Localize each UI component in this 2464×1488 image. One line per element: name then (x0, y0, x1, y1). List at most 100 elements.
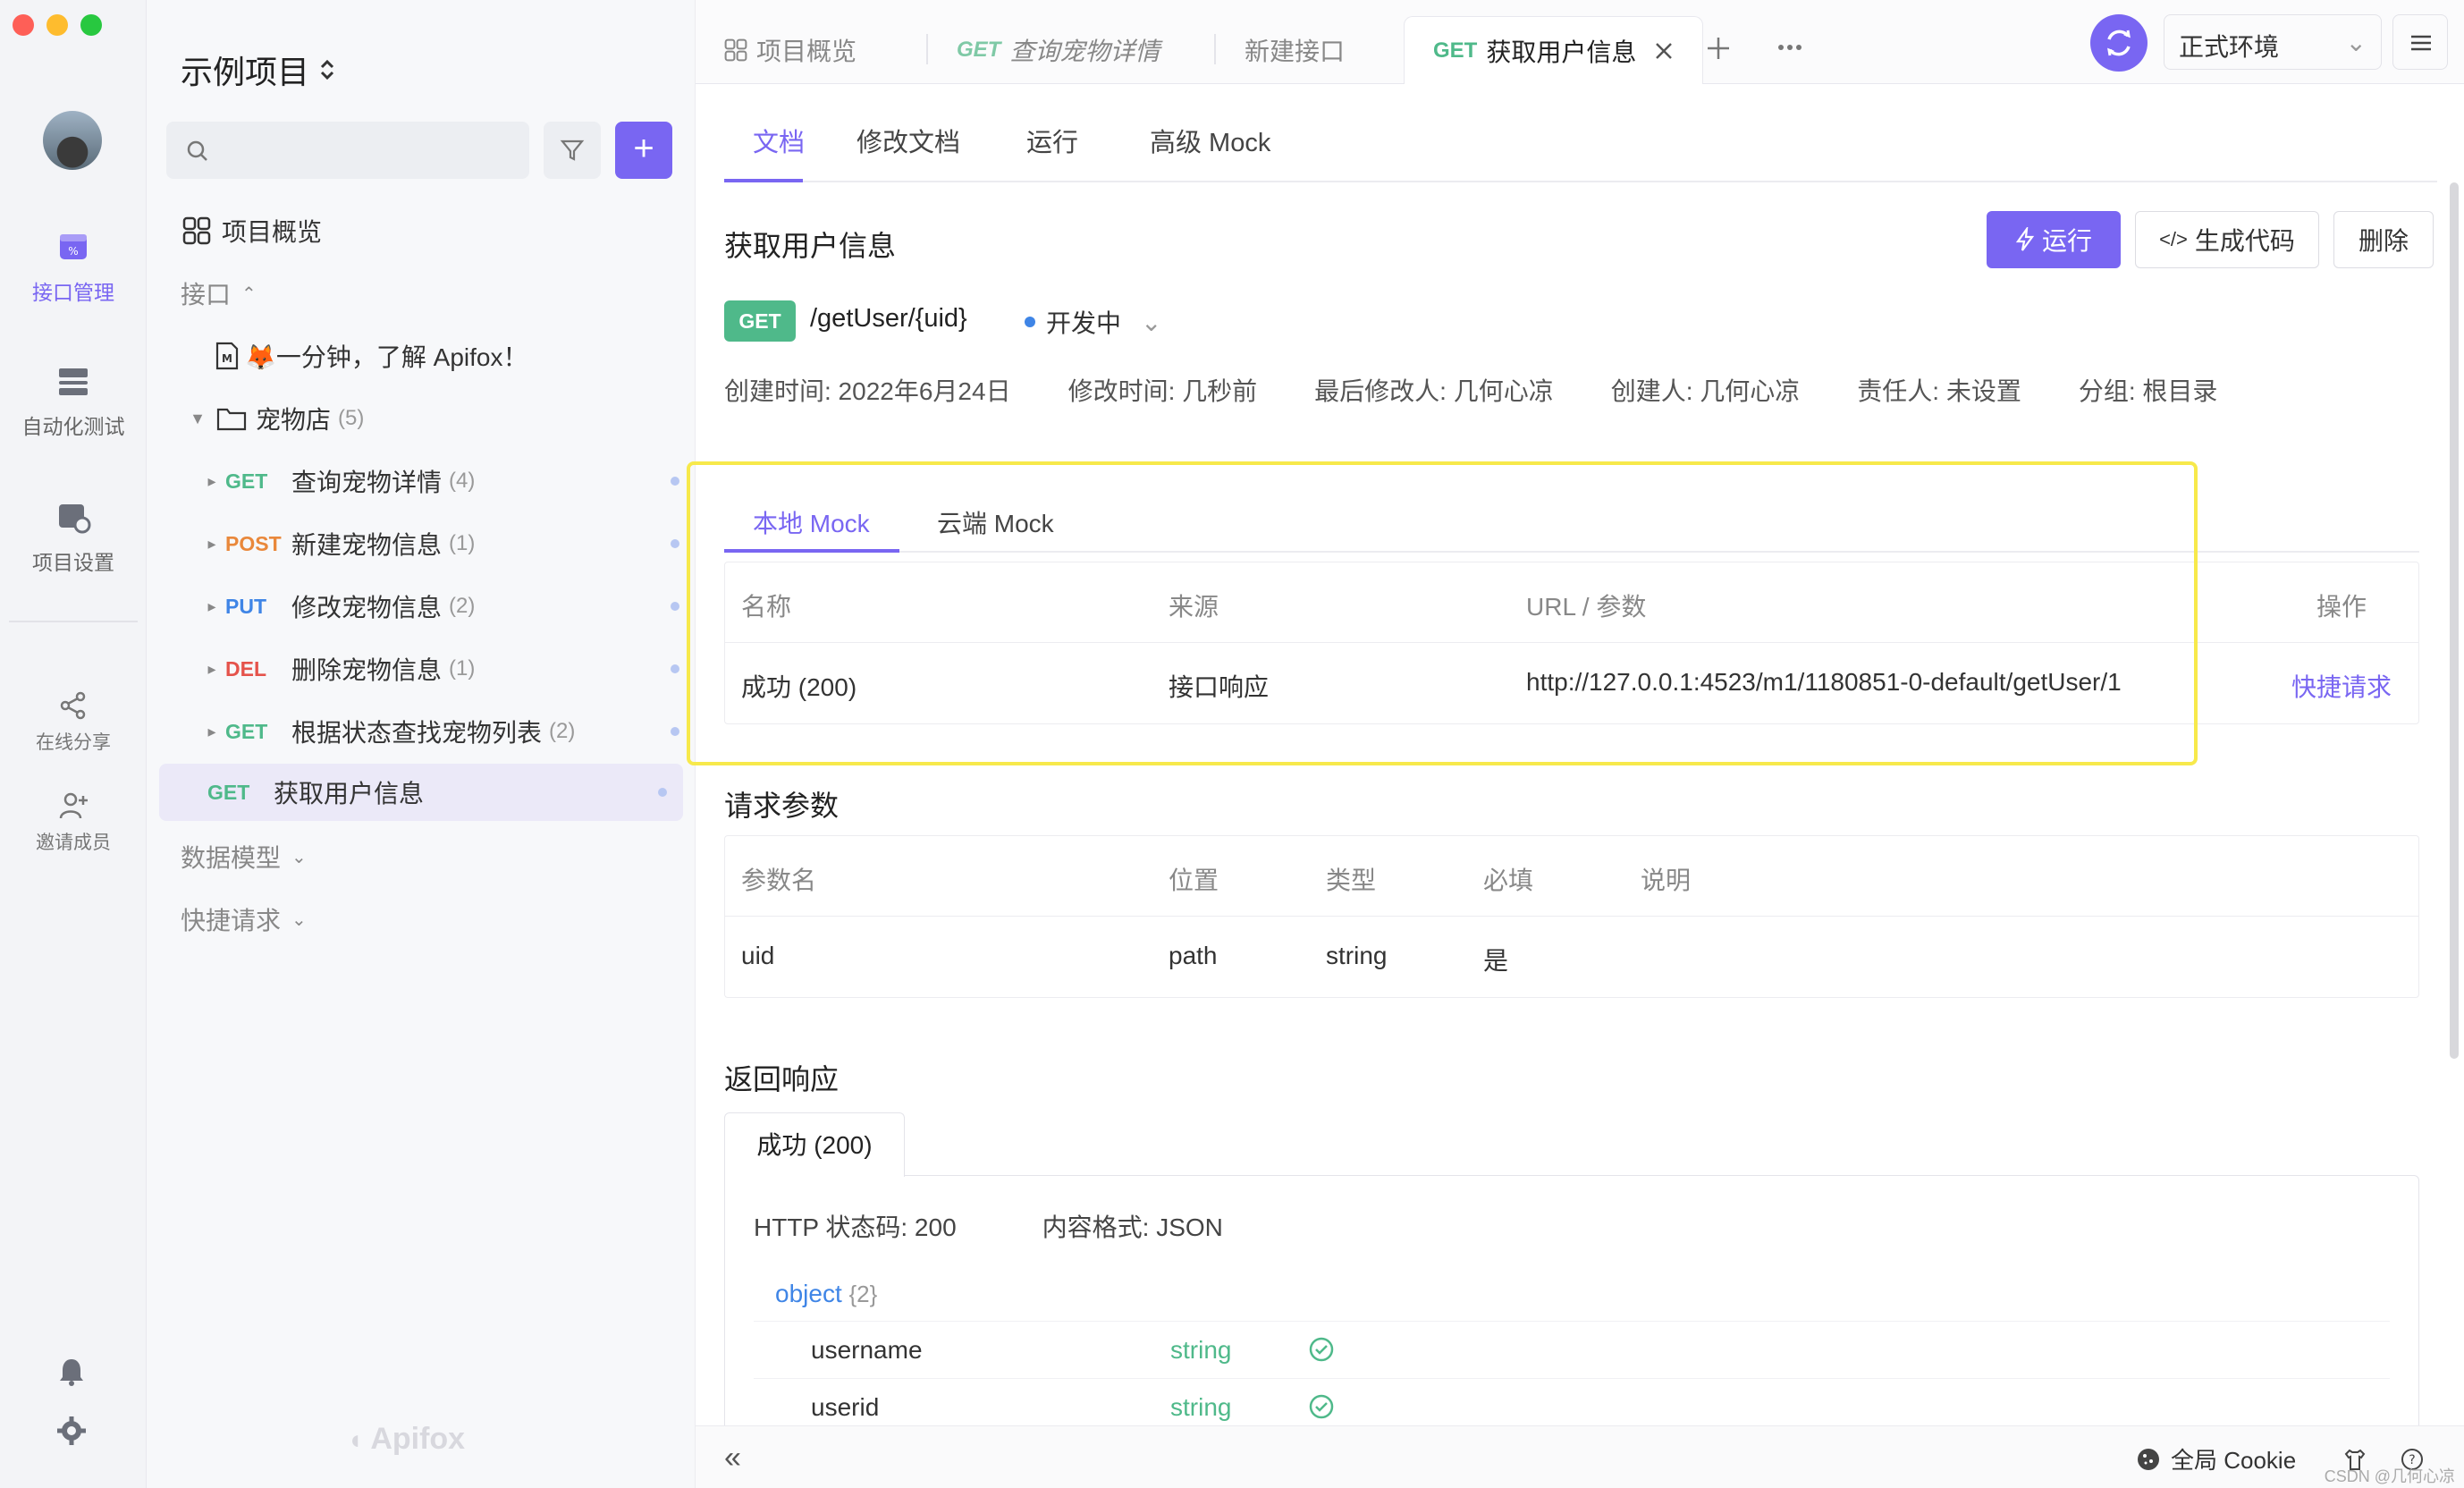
close-icon[interactable] (1654, 41, 1674, 61)
tab-get-user-info[interactable]: GET 获取用户信息 (1404, 16, 1704, 84)
schema-field-row: username string (754, 1321, 2390, 1378)
collapse-sidebar-icon[interactable]: « (724, 1441, 741, 1475)
tab-pet-detail[interactable]: GET 查询宠物详情 (928, 16, 1188, 84)
schema-root-type: object (775, 1280, 842, 1307)
add-button[interactable]: + (615, 122, 672, 179)
subtab-edit-doc[interactable]: 修改文档 (856, 122, 960, 159)
response-panel: HTTP 状态码: 200 内容格式: JSON object {2} user… (724, 1175, 2419, 1443)
sidebar-section-api[interactable]: 接口 ⌃ (147, 265, 696, 322)
sidebar-endpoint-2[interactable]: ▸ PUT 修改宠物信息 (2) (147, 578, 696, 635)
tab-overview[interactable]: 项目概览 (696, 16, 885, 84)
caret-right-icon[interactable]: ▸ (198, 472, 225, 491)
response-title: 返回响应 (724, 1063, 840, 1095)
sidebar-folder-petstore[interactable]: ▼ 宠物店 (5) (147, 390, 696, 447)
chevron-down-icon: ⌄ (2345, 29, 2367, 56)
sidebar-endpoint-3[interactable]: ▸ DEL 删除宠物信息 (1) (147, 640, 696, 698)
endpoint-name: 修改宠物信息 (291, 594, 443, 621)
rail-item-invite[interactable]: 邀请成员 (0, 790, 147, 855)
sidebar-section-quick-requests[interactable]: 快捷请求 ⌄ (147, 891, 696, 948)
request-params-title: 请求参数 (724, 790, 840, 822)
field-name: userid (811, 1393, 880, 1421)
sidebar-item-intro-doc[interactable]: M 🦊一分钟，了解 Apifox！ (147, 327, 696, 385)
column-header: 说明 (1641, 867, 1692, 894)
schema-root[interactable]: object {2} (775, 1280, 877, 1308)
gear-icon[interactable] (55, 1415, 88, 1447)
rail-label-project-settings: 项目设置 (32, 551, 114, 574)
api-tree-sidebar: 示例项目 + 项目概览 接口 ⌃ M 🦊一分钟，了解 Apifox！ ▼ 宠物店… (147, 0, 696, 1488)
field-type: string (1170, 1336, 1232, 1364)
subtab-doc[interactable]: 文档 (753, 122, 805, 159)
method-badge: PUT (225, 594, 266, 618)
request-params-table: 参数名 位置 类型 必填 说明 uid path string 是 (724, 835, 2419, 998)
folder-count: (5) (338, 406, 365, 430)
caret-right-icon[interactable]: ▸ (198, 535, 225, 554)
main-panel: 项目概览 GET 查询宠物详情 新建接口 GET 获取用户信息 正式环境 ⌄ 文… (687, 0, 2464, 1488)
method-badge: GET (207, 780, 250, 804)
delete-button[interactable]: 删除 (2333, 211, 2434, 268)
sidebar-item-label: 项目概览 (222, 218, 323, 246)
method-badge: POST (225, 531, 282, 555)
rail-item-project-settings[interactable]: 项目设置 (0, 499, 147, 576)
folder-icon (216, 408, 247, 431)
method-badge: GET (724, 300, 796, 342)
rail-item-api-management[interactable]: % 接口管理 (0, 229, 147, 306)
caret-right-icon[interactable]: ▸ (198, 660, 225, 679)
environment-select[interactable]: 正式环境 ⌄ (2164, 14, 2382, 70)
bell-icon[interactable] (55, 1356, 88, 1388)
delete-label: 删除 (2358, 227, 2409, 255)
new-tab-icon[interactable] (1706, 36, 1731, 61)
endpoint-count: (2) (549, 719, 576, 743)
caret-down-icon[interactable]: ▼ (184, 410, 211, 428)
tab-new-api[interactable]: 新建接口 (1216, 16, 1373, 84)
filter-button[interactable] (544, 122, 601, 179)
avatar[interactable] (43, 111, 102, 170)
run-button[interactable]: 运行 (1987, 211, 2121, 268)
owner: 责任人: 未设置 (1857, 377, 2021, 405)
sidebar-endpoint-selected[interactable]: GET 获取用户信息 (159, 764, 683, 821)
sidebar-endpoint-1[interactable]: ▸ POST 新建宠物信息 (1) (147, 515, 696, 572)
sidebar-endpoint-0[interactable]: ▸ GET 查询宠物详情 (4) (147, 452, 696, 510)
minimize-window-button[interactable] (46, 14, 68, 36)
invite-member-icon (59, 792, 88, 819)
endpoint-count: (1) (449, 656, 476, 681)
search-input[interactable] (166, 122, 529, 179)
generate-code-button[interactable]: </> 生成代码 (2135, 211, 2319, 268)
rail-item-share[interactable]: 在线分享 (0, 690, 147, 755)
endpoint-name: 查询宠物详情 (291, 469, 443, 496)
filter-icon (560, 140, 585, 161)
chevron-up-icon: ⌃ (241, 283, 257, 304)
cookie-label: 全局 Cookie (2171, 1447, 2297, 1474)
status-select[interactable]: 开发中 ⌄ (1025, 304, 1161, 340)
quick-request-link[interactable]: 快捷请求 (2291, 668, 2392, 704)
doc-subtabs: 文档 修改文档 运行 高级 Mock (724, 106, 2437, 182)
maximize-window-button[interactable] (80, 14, 102, 36)
caret-right-icon[interactable]: ▸ (198, 723, 225, 741)
vertical-scrollbar[interactable] (2450, 182, 2459, 1059)
project-switcher[interactable]: 示例项目 (181, 46, 336, 93)
subtab-run[interactable]: 运行 (1026, 122, 1078, 159)
menu-button[interactable] (2392, 14, 2448, 70)
schema-root-count: {2} (848, 1281, 878, 1307)
method-badge: GET (225, 469, 268, 493)
rail-item-automation-test[interactable]: 自动化测试 (0, 363, 147, 440)
sync-button[interactable] (2090, 14, 2148, 72)
close-window-button[interactable] (13, 14, 34, 36)
status-dot (671, 727, 679, 736)
endpoint-name: 删除宠物信息 (291, 656, 443, 684)
status-dot (671, 477, 679, 486)
highlight-box (687, 461, 2198, 765)
sidebar-section-data-models[interactable]: 数据模型 ⌄ (147, 828, 696, 885)
watermark: CSDN @几何心凉 (2324, 1467, 2455, 1485)
run-label: 运行 (2041, 227, 2092, 255)
sidebar-item-overview[interactable]: 项目概览 (147, 202, 696, 259)
tab-label: 查询宠物详情 (1009, 38, 1160, 65)
caret-right-icon[interactable]: ▸ (198, 597, 225, 616)
more-icon[interactable] (1777, 43, 1802, 52)
search-icon (187, 140, 207, 161)
subtab-advanced-mock[interactable]: 高级 Mock (1150, 122, 1270, 159)
response-tab-success[interactable]: 成功 (200) (724, 1112, 905, 1177)
sidebar-endpoint-4[interactable]: ▸ GET 根据状态查找宠物列表 (2) (147, 703, 696, 760)
endpoint-name: 根据状态查找宠物列表 (291, 719, 543, 747)
rail-label-api-management: 接口管理 (32, 281, 114, 304)
column-header: 参数名 (741, 867, 817, 894)
